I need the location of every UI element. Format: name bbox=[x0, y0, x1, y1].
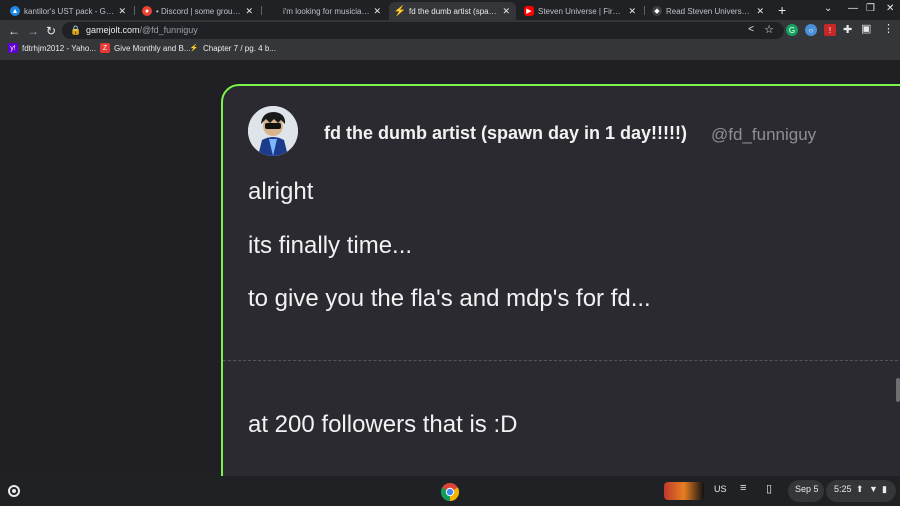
close-icon[interactable]: ✕ bbox=[628, 6, 636, 17]
tab-strip: ▲ kantilor's UST pack - Google ✕ ● • Dis… bbox=[0, 0, 900, 20]
post-line-3: to give you the fla's and mdp's for fd..… bbox=[248, 285, 651, 312]
star-icon[interactable]: ☆ bbox=[764, 23, 774, 36]
post-line-1: alright bbox=[248, 178, 314, 205]
clipboard-icon[interactable]: ≡ bbox=[740, 482, 746, 494]
tab-2[interactable]: i'm looking for musicians, a ✕ bbox=[263, 2, 387, 20]
gamejolt-icon: ⚡ bbox=[393, 5, 407, 17]
battery-icon: ▮ bbox=[882, 484, 887, 494]
tab-title: Read Steven Universe : The bbox=[666, 6, 752, 16]
blank-page-icon bbox=[269, 6, 279, 16]
chrome-app-icon[interactable] bbox=[441, 483, 459, 501]
webtoon-icon: ◆ bbox=[652, 6, 662, 16]
tab-5[interactable]: ◆ Read Steven Universe : The ✕ bbox=[646, 2, 770, 20]
time-text[interactable]: 5:25 bbox=[834, 484, 852, 494]
google-drive-icon: ▲ bbox=[10, 6, 20, 16]
username-handle[interactable]: @fd_funniguy bbox=[711, 125, 816, 145]
close-icon[interactable]: ✕ bbox=[502, 6, 510, 17]
wifi-icon: ▼ bbox=[869, 484, 878, 494]
restore-icon[interactable]: ❐ bbox=[866, 3, 875, 14]
tab-search-icon[interactable]: ⌄ bbox=[824, 3, 832, 14]
new-tab-button[interactable]: + bbox=[778, 2, 786, 18]
grammarly-extension-icon[interactable]: G bbox=[786, 24, 798, 36]
reload-icon[interactable]: ↻ bbox=[46, 24, 56, 38]
patreon-icon: Z bbox=[100, 43, 110, 53]
avatar[interactable] bbox=[248, 106, 298, 156]
date-text[interactable]: Sep 5 bbox=[795, 484, 819, 494]
puzzle-extensions-icon[interactable]: ✚ bbox=[843, 23, 852, 36]
side-panel-icon[interactable]: ▣ bbox=[861, 22, 871, 35]
scrollbar[interactable] bbox=[896, 378, 900, 402]
close-icon[interactable]: ✕ bbox=[245, 6, 253, 17]
holding-space-thumbnail[interactable] bbox=[664, 482, 704, 500]
bookmarks-bar: y! fdtrhjm2012 - Yaho... Z Give Monthly … bbox=[0, 42, 900, 58]
address-bar[interactable]: 🔒 gamejolt.com/@fd_funniguy < ☆ bbox=[62, 22, 784, 39]
display-name[interactable]: fd the dumb artist (spawn day in 1 day!!… bbox=[324, 123, 687, 144]
youtube-icon: ▶ bbox=[524, 6, 534, 16]
share-icon[interactable]: < bbox=[748, 24, 754, 35]
window-close-icon[interactable]: ✕ bbox=[886, 3, 894, 14]
tab-title: • Discord | some group chat bbox=[156, 6, 241, 16]
bookmark-chapter[interactable]: ⚡ Chapter 7 / pg. 4 b... bbox=[189, 43, 276, 53]
update-icon: ⬆ bbox=[856, 484, 864, 494]
post-line-4: at 200 followers that is :D bbox=[248, 411, 518, 438]
page-content: fd the dumb artist (spawn day in 1 day!!… bbox=[0, 60, 900, 476]
tab-title: fd the dumb artist (spawn d bbox=[409, 6, 499, 16]
gamejolt-icon: ⚡ bbox=[189, 45, 199, 52]
yahoo-icon: y! bbox=[8, 43, 18, 53]
lock-icon[interactable]: 🔒 bbox=[70, 25, 81, 36]
bookmark-yahoo[interactable]: y! fdtrhjm2012 - Yaho... bbox=[8, 43, 96, 53]
tab-0[interactable]: ▲ kantilor's UST pack - Google ✕ bbox=[4, 2, 132, 20]
bookmark-patreon[interactable]: Z Give Monthly and B... bbox=[100, 43, 190, 53]
ime-indicator[interactable]: US bbox=[714, 484, 727, 494]
browser-chrome: ▲ kantilor's UST pack - Google ✕ ● • Dis… bbox=[0, 0, 900, 60]
launcher-icon[interactable] bbox=[8, 485, 20, 497]
tab-title: Steven Universe | Fire Salt D bbox=[538, 6, 625, 16]
back-arrow-icon[interactable]: ← bbox=[8, 24, 20, 38]
discord-icon: ● bbox=[142, 6, 152, 16]
tab-title: kantilor's UST pack - Google bbox=[24, 6, 115, 16]
tab-4[interactable]: ▶ Steven Universe | Fire Salt D ✕ bbox=[518, 2, 642, 20]
post-line-2: its finally time... bbox=[248, 232, 413, 259]
close-icon[interactable]: ✕ bbox=[118, 6, 126, 17]
minimize-icon[interactable]: — bbox=[848, 3, 858, 14]
menu-kebab-icon[interactable]: ⋮ bbox=[883, 22, 894, 35]
extension-badge-icon[interactable]: ! bbox=[824, 24, 836, 36]
close-icon[interactable]: ✕ bbox=[373, 6, 381, 17]
extension-icon[interactable]: ○ bbox=[805, 24, 817, 36]
url-text[interactable]: gamejolt.com/@fd_funniguy bbox=[86, 25, 198, 35]
os-shelf: US ≡ ▯ Sep 5 5:25 ⬆ ▼ ▮ bbox=[0, 476, 900, 506]
section-divider bbox=[223, 360, 900, 361]
tab-title: i'm looking for musicians, a bbox=[283, 6, 370, 16]
close-icon[interactable]: ✕ bbox=[756, 6, 764, 17]
phone-hub-icon[interactable]: ▯ bbox=[766, 482, 772, 495]
forward-arrow-icon[interactable]: → bbox=[27, 24, 39, 38]
tab-1[interactable]: ● • Discord | some group chat ✕ bbox=[136, 2, 259, 20]
post-card: fd the dumb artist (spawn day in 1 day!!… bbox=[221, 84, 900, 476]
tab-3-active[interactable]: ⚡ fd the dumb artist (spawn d ✕ bbox=[389, 2, 516, 20]
